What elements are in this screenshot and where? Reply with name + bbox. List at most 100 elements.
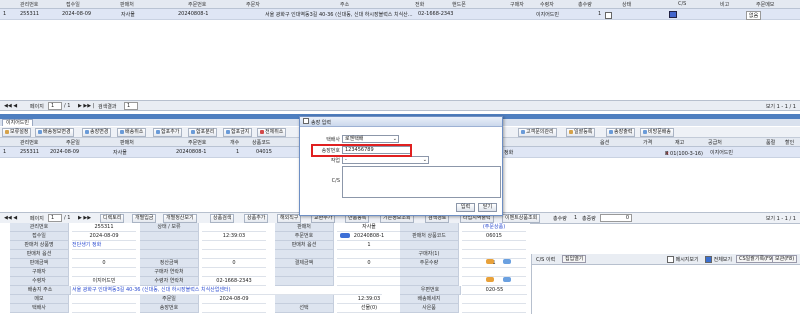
detail-value[interactable] — [462, 304, 526, 313]
col-header[interactable]: 핸드폰 — [452, 1, 466, 8]
col-header[interactable]: 재고 — [675, 139, 684, 146]
col-header[interactable]: 전화 — [415, 1, 424, 8]
col-header[interactable]: 주문번호 — [188, 139, 206, 146]
detail-value[interactable] — [202, 223, 266, 232]
detail-value[interactable] — [72, 268, 136, 277]
message-view-checkbox[interactable]: 메시지보기 — [667, 256, 699, 263]
detail-value[interactable]: 12:39:03 — [337, 295, 401, 304]
col-header[interactable]: 가격 — [643, 139, 652, 146]
customer-inquiry-button[interactable]: 고객문의관리 — [518, 128, 557, 137]
overseas-button[interactable]: 해외직구 — [277, 214, 302, 223]
col-header[interactable]: 할인 — [785, 139, 794, 146]
col-header[interactable]: 옵션 — [600, 139, 609, 146]
next-page-icon[interactable]: ▶ ▶▶ | — [78, 103, 94, 109]
first-page-icon[interactable]: ◀◀ ◀ — [4, 215, 17, 221]
non-visit-button[interactable]: 비방문배송 — [640, 128, 675, 137]
detail-value[interactable]: 0 — [337, 259, 401, 268]
detail-value[interactable] — [462, 268, 526, 277]
detail-value[interactable] — [337, 268, 401, 277]
tab-ezadmin[interactable]: 이지어드민 — [2, 119, 34, 126]
col-header[interactable]: 개수 — [230, 139, 239, 146]
col-header[interactable]: 수령자 — [540, 1, 554, 8]
cs-flag-icon[interactable] — [669, 11, 677, 18]
detail-value[interactable]: 2024-08-09 — [72, 232, 136, 241]
detail-value[interactable]: 1 — [337, 241, 401, 250]
action-badge[interactable] — [503, 259, 511, 264]
col-header[interactable]: 공급처 — [708, 139, 722, 146]
merge-add-button[interactable]: 합포추가 — [153, 128, 183, 137]
cs-bulk-record-button[interactable]: CS일괄기록(F9) — [736, 255, 778, 263]
cancel-shipping-button[interactable]: 배송취소 — [117, 128, 147, 137]
work-select[interactable]: - ⌄ — [342, 156, 429, 164]
detail-value[interactable] — [72, 295, 136, 304]
col-header[interactable]: 구매자 — [510, 1, 524, 8]
detail-value[interactable] — [202, 304, 266, 313]
col-header[interactable]: 상태 — [622, 1, 631, 8]
detail-value[interactable]: 06015 — [462, 232, 526, 241]
col-header[interactable]: 관리번호 — [20, 1, 38, 8]
event-product-button[interactable]: 이벤트상품조회 — [502, 214, 541, 223]
detail-value[interactable] — [72, 304, 136, 313]
product-search-button[interactable]: 상품검색 — [210, 214, 235, 223]
detail-value[interactable] — [462, 241, 526, 250]
cancel-all-button[interactable]: 전체취소 — [257, 128, 287, 137]
col-header[interactable]: 주문일 — [66, 139, 80, 146]
bulk-register-button[interactable]: 일괄등록 — [566, 128, 596, 137]
detail-value[interactable]: 0 — [202, 259, 266, 268]
col-header[interactable]: 접수일 — [66, 1, 80, 8]
detail-value[interactable]: 1 — [462, 259, 526, 268]
cs-textarea[interactable] — [342, 166, 501, 198]
detail-value[interactable] — [462, 250, 526, 259]
detail-value[interactable]: (주문상품) — [462, 223, 526, 232]
hold-button[interactable]: 보류설정 — [2, 128, 32, 137]
col-header[interactable]: 총수량 — [578, 1, 592, 8]
detail-value[interactable] — [72, 250, 136, 259]
col-header[interactable]: 판매처 — [120, 139, 134, 146]
close-button[interactable]: 닫기 — [478, 203, 497, 212]
action-badge[interactable] — [486, 259, 494, 264]
page-input[interactable]: 1 — [48, 214, 62, 222]
detail-value[interactable] — [462, 277, 526, 286]
shipping-info-button[interactable]: 배송정보변경 — [35, 128, 74, 137]
page-input[interactable]: 1 — [48, 102, 62, 110]
action-badge[interactable] — [486, 277, 494, 282]
col-header[interactable]: 관리번호 — [20, 139, 38, 146]
col-header[interactable]: 상품코드 — [252, 139, 270, 146]
detail-value[interactable]: 12:39:03 — [202, 232, 266, 241]
open-button[interactable]: 집입열기 — [562, 255, 587, 263]
detail-value[interactable] — [462, 295, 526, 304]
cell-memo[interactable]: 없음 — [746, 11, 762, 20]
settlement-button[interactable]: 개별정산보기 — [163, 214, 197, 223]
directory-button[interactable]: 디렉토리 — [100, 214, 125, 223]
action-badge[interactable] — [503, 277, 511, 282]
cs-save-button[interactable]: 보관(F8) — [772, 255, 798, 263]
detail-value[interactable]: 2024-08-09 — [202, 295, 266, 304]
detail-value[interactable] — [337, 277, 401, 286]
detail-value[interactable]: 선물(0) — [337, 304, 401, 313]
col-header[interactable]: 품절 — [766, 139, 775, 146]
print-invoice-button[interactable]: 송장출력 — [606, 128, 636, 137]
ok-button[interactable]: 입력 — [456, 203, 475, 212]
detail-value[interactable] — [337, 250, 401, 259]
all-view-checkbox[interactable]: 전체보기 — [705, 256, 732, 263]
next-page-icon[interactable]: ▶ ▶▶ — [78, 215, 91, 221]
weight-input[interactable]: 0 — [600, 214, 632, 222]
detail-value[interactable]: 020-55 — [462, 286, 527, 295]
detail-value[interactable] — [202, 268, 266, 277]
invoice-change-button[interactable]: 송장변경 — [82, 128, 112, 137]
col-header[interactable]: C/S — [678, 1, 686, 7]
detail-value[interactable]: 서울 광화구 인대역동3길 40-36 (신대동, 신대 하시장블럭스 치식산업… — [72, 286, 382, 295]
first-page-icon[interactable]: ◀◀ ◀ — [4, 103, 17, 109]
col-header[interactable]: 주문메모 — [756, 1, 774, 8]
result-input[interactable]: 1 — [124, 102, 138, 110]
col-header[interactable]: 주문번호 — [188, 1, 206, 8]
col-header[interactable]: 주소 — [340, 1, 349, 8]
payment-button[interactable]: 개별입금 — [132, 214, 157, 223]
merge-split-button[interactable]: 합포분리 — [188, 128, 218, 137]
detail-value[interactable]: 0 — [72, 259, 136, 268]
col-header[interactable]: 비고 — [720, 1, 729, 8]
detail-value[interactable] — [202, 250, 266, 259]
detail-value[interactable]: 이지어드민 — [72, 277, 136, 286]
detail-value[interactable]: 전단생기 정화 — [72, 241, 136, 250]
product-add-button[interactable]: 상품추가 — [244, 214, 269, 223]
